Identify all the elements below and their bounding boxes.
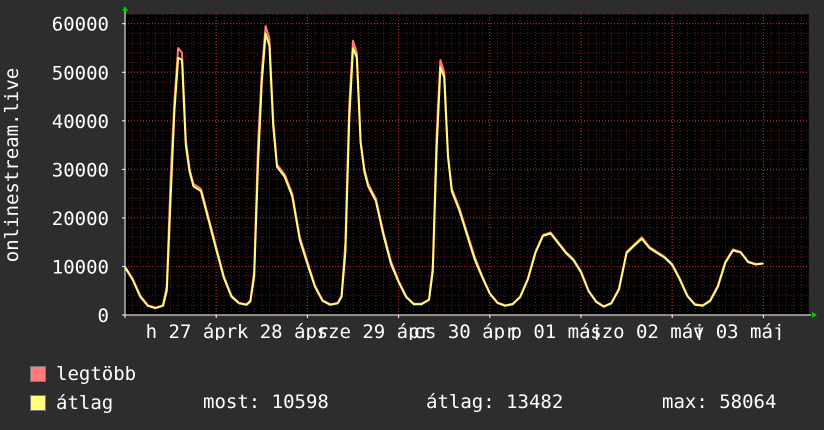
y-tick-label: 0: [98, 305, 109, 327]
y-tick-label: 50000: [52, 62, 109, 84]
legend-item-max: legtöbb: [30, 362, 136, 386]
stat-average: átlag: 13482: [426, 391, 564, 413]
y-tick-label: 10000: [52, 256, 109, 278]
y-tick-label: 20000: [52, 208, 109, 230]
y-tick-label: 30000: [52, 159, 109, 181]
x-tick-labels: h 27 ápr k 28 áprsze 29 áprcs 30 áprp 01 …: [146, 321, 785, 340]
x-axis-arrow: [812, 312, 817, 318]
x-tick-label: h 27 ápr: [146, 321, 238, 340]
legend-label-max: legtöbb: [56, 363, 137, 385]
legend-item-avg: átlag: [30, 391, 113, 415]
y-tick-label: 60000: [52, 14, 109, 36]
y-tick-label: 40000: [52, 111, 109, 133]
y-axis-arrow: [122, 6, 128, 11]
chart-svg: 0 10000 20000 30000 40000 50000 60000 h 27 ápr…: [1, 6, 817, 340]
x-tick-label: v 03 máj: [693, 321, 785, 340]
x-tick-label: k 28 ápr: [237, 321, 329, 340]
y-axis-title: onlinestream.live: [1, 68, 23, 262]
x-tick-label: p 01 máj: [510, 321, 602, 340]
legend-label-avg: átlag: [56, 392, 114, 414]
chart-frame: 0 10000 20000 30000 40000 50000 60000 h 27 ápr…: [0, 0, 824, 430]
legend-swatch-avg: [30, 395, 46, 411]
x-tick-label: szo 02 máj: [590, 321, 704, 340]
stat-current: most: 10598: [203, 391, 329, 413]
stat-maximum: max: 58064: [662, 391, 777, 413]
y-tick-labels: 0 10000 20000 30000 40000 50000 60000: [52, 14, 109, 327]
legend-swatch-max: [30, 366, 46, 382]
x-tick-label: cs 30 ápr: [414, 321, 517, 340]
